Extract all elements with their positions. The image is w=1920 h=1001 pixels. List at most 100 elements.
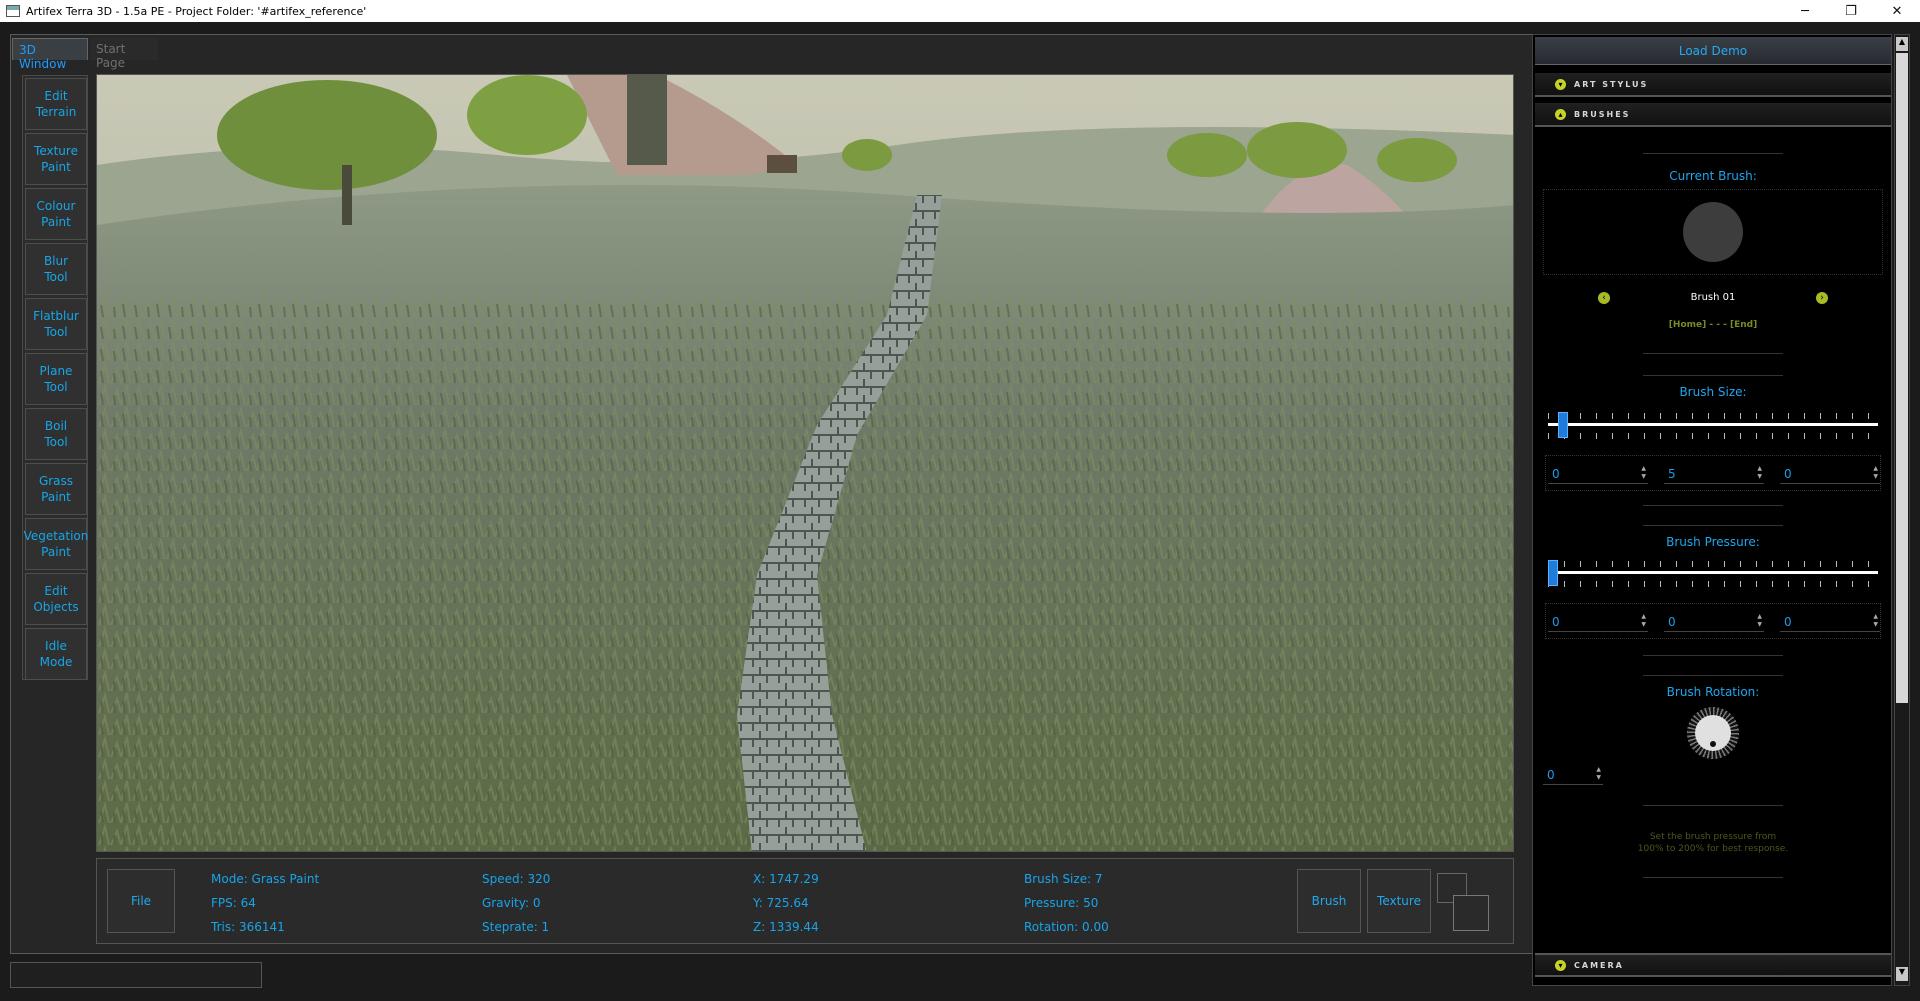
brush-pressure-min-spinner[interactable]: 0 ▲ ▼ [1548,612,1648,632]
colour-paint-button[interactable]: Colour Paint [25,188,87,240]
separator [1643,375,1783,376]
brush-pressure-ticks [1548,581,1878,587]
edit-objects-button[interactable]: Edit Objects [25,573,87,625]
spin-arrows-icon[interactable]: ▲ ▼ [1873,465,1878,481]
brush-name: Brush 01 [1690,292,1736,303]
title-bar: Artifex Terra 3D - 1.5a PE - Project Fol… [0,0,1920,22]
brush-preview-frame [1543,189,1883,275]
chevron-down-icon: ▾ [1555,959,1566,971]
next-brush-icon[interactable]: › [1816,292,1828,304]
separator [1643,505,1783,506]
spin-arrows-icon[interactable]: ▲ ▼ [1596,766,1601,782]
vegetation-paint-button[interactable]: Vegetation Paint [24,518,88,570]
mode-readout: Mode: Grass Paint [211,872,320,886]
3d-viewport[interactable] [96,74,1514,852]
flatblur-tool-button[interactable]: Flatblur Tool [25,298,87,350]
brush-size-ticks [1548,413,1878,419]
current-brush-label: Current Brush: [1669,169,1757,183]
plane-tool-button[interactable]: Plane Tool [25,353,87,405]
brush-pressure-spinners: 0 ▲ ▼ 0 ▲ ▼ 0 ▲ ▼ [1545,603,1881,639]
separator [1643,655,1783,656]
brush-rotation-spinner[interactable]: 0 ▲ ▼ [1543,765,1603,785]
separator [1643,353,1783,354]
separator [1643,153,1783,154]
brush-size-label: Brush Size: [1679,385,1747,399]
spin-arrows-icon[interactable]: ▲ ▼ [1641,465,1646,481]
restore-button[interactable]: ❐ [1828,0,1874,22]
rotation-dial-knob[interactable] [1695,715,1731,751]
brush-size-max-spinner[interactable]: 0 ▲ ▼ [1780,464,1880,484]
brush-size-min-spinner[interactable]: 0 ▲ ▼ [1548,464,1648,484]
chevron-up-icon: ▴ [1555,108,1566,120]
brush-pressure-max-spinner[interactable]: 0 ▲ ▼ [1780,612,1880,632]
speed-readout: Speed: 320 [482,872,551,886]
section-brushes[interactable]: ▴ BRUSHES [1535,103,1891,127]
tab-start-page[interactable]: Start Page [90,38,158,70]
spin-arrows-icon[interactable]: ▲ ▼ [1873,613,1878,629]
idle-mode-button[interactable]: Idle Mode [25,628,87,680]
pressure-readout: Pressure: 50 [1024,896,1099,910]
section-art-stylus[interactable]: ▾ ART STYLUS [1535,73,1891,97]
brush-size-ticks [1548,433,1878,439]
z-readout: Z: 1339.44 [753,920,819,934]
command-input[interactable] [10,962,262,988]
tab-3d-window[interactable]: 3D Window [12,38,88,71]
brush-pressure-min-value: 0 [1552,614,1560,629]
section-brushes-label: BRUSHES [1574,109,1631,119]
brush-button[interactable]: Brush [1297,869,1361,933]
blur-tool-button[interactable]: Blur Tool [25,243,87,295]
texture-button[interactable]: Texture [1367,869,1431,933]
load-demo-button[interactable]: Load Demo [1535,37,1891,65]
panel-scrollbar[interactable]: ▲ ▼ [1894,34,1910,986]
brush-size-readout: Brush Size: 7 [1024,872,1103,886]
scroll-down-icon[interactable]: ▼ [1896,967,1908,981]
brush-rotation-value: 0 [1547,767,1555,782]
rotation-indicator-icon [1710,741,1716,747]
app-icon [6,5,20,17]
scroll-up-icon[interactable]: ▲ [1896,37,1908,51]
grass-paint-button[interactable]: Grass Paint [25,463,87,515]
fps-readout: FPS: 64 [211,896,256,910]
status-bar: File Mode: Grass Paint FPS: 64 Tris: 366… [96,858,1514,944]
terrain-scene [97,75,1513,851]
window-title: Artifex Terra 3D - 1.5a PE - Project Fol… [26,4,367,18]
texture-paint-button[interactable]: Texture Paint [25,133,87,185]
brush-pressure-value-spinner[interactable]: 0 ▲ ▼ [1664,612,1764,632]
brush-pressure-max-value: 0 [1784,614,1792,629]
brush-size-min-value: 0 [1552,466,1560,481]
y-readout: Y: 725.64 [753,896,809,910]
gravity-readout: Gravity: 0 [482,896,541,910]
brush-size-slider[interactable] [1548,423,1878,426]
file-button[interactable]: File [107,869,175,933]
brush-rotation-label: Brush Rotation: [1666,685,1760,699]
minimize-button[interactable]: ─ [1782,0,1828,22]
brush-size-value-spinner[interactable]: 5 ▲ ▼ [1664,464,1764,484]
edit-terrain-button[interactable]: Edit Terrain [25,78,87,130]
section-art-stylus-label: ART STYLUS [1574,79,1649,89]
brush-size-handle[interactable] [1557,412,1568,438]
separator [1643,805,1783,806]
brush-size-spinners: 0 ▲ ▼ 5 ▲ ▼ 0 ▲ ▼ [1545,455,1881,491]
brush-pressure-handle[interactable] [1548,560,1558,586]
spin-arrows-icon[interactable]: ▲ ▼ [1641,613,1646,629]
boil-tool-button[interactable]: Boil Tool [25,408,87,460]
separator [1643,675,1783,676]
brush-pressure-current-value: 0 [1668,614,1676,629]
home-end-hint: [Home] - - - [End] [1668,320,1758,330]
steprate-readout: Steprate: 1 [482,920,550,934]
scrollbar-thumb[interactable] [1896,53,1908,703]
spin-arrows-icon[interactable]: ▲ ▼ [1757,613,1762,629]
color-swatch-front[interactable] [1453,895,1489,931]
pressure-hint: Set the brush pressure from 100% to 200%… [1637,832,1789,854]
section-camera-label: CAMERA [1574,960,1624,970]
x-readout: X: 1747.29 [753,872,819,886]
brush-pressure-slider[interactable] [1548,571,1878,574]
brush-preview [1683,202,1743,262]
separator [1643,525,1783,526]
close-button[interactable]: ✕ [1874,0,1920,22]
separator [1643,877,1783,878]
chevron-down-icon: ▾ [1555,78,1566,90]
section-camera[interactable]: ▾ CAMERA [1535,953,1891,977]
rotation-dial[interactable] [1687,707,1739,759]
spin-arrows-icon[interactable]: ▲ ▼ [1757,465,1762,481]
